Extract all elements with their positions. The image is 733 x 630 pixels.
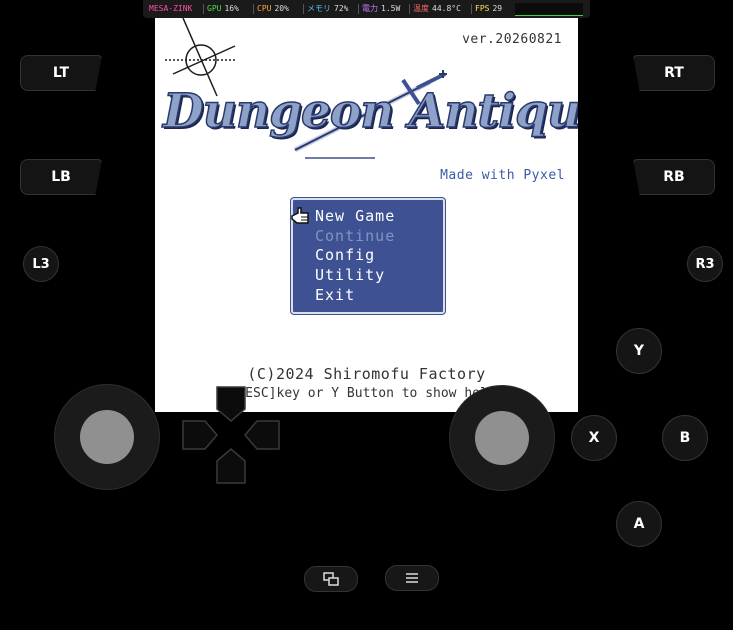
menu-continue[interactable]: Continue — [315, 227, 395, 245]
rt-button[interactable]: RT — [633, 55, 715, 91]
game-screen[interactable]: ver.20260821 Dungeon Antiqua Made with P… — [155, 18, 578, 412]
b-button[interactable]: B — [662, 415, 708, 461]
made-with-label: Made with Pyxel — [440, 168, 565, 183]
pointing-hand-icon — [291, 207, 309, 224]
hud-gpu: GPU 16% — [207, 4, 239, 13]
windows-icon — [323, 572, 339, 586]
r3-button[interactable]: R3 — [687, 246, 723, 282]
view-button[interactable] — [304, 566, 358, 592]
menu-exit[interactable]: Exit — [315, 286, 355, 304]
title-menu: New Game Continue Config Utility Exit — [291, 198, 445, 314]
dpad-icon[interactable] — [181, 385, 281, 485]
left-stick[interactable] — [54, 384, 160, 490]
menu-button[interactable] — [385, 565, 439, 591]
game-logo: Dungeon Antiqua — [162, 83, 578, 140]
rb-button[interactable]: RB — [633, 159, 715, 195]
menu-icon — [406, 573, 418, 583]
l3-button[interactable]: L3 — [23, 246, 59, 282]
menu-new-game[interactable]: New Game — [315, 207, 395, 225]
right-stick-knob[interactable] — [475, 411, 529, 465]
lb-button[interactable]: LB — [20, 159, 102, 195]
hud-temperature: 温度 44.8°C — [413, 4, 461, 13]
fps-graph — [515, 3, 583, 16]
y-button[interactable]: Y — [616, 328, 662, 374]
hud-memory: メモリ 72% — [307, 4, 349, 13]
version-label: ver.20260821 — [462, 32, 562, 47]
hud-power: 電力 1.5W — [362, 4, 401, 13]
left-stick-knob[interactable] — [80, 410, 134, 464]
x-button[interactable]: X — [571, 415, 617, 461]
hud-fps: FPS 29 — [475, 4, 503, 13]
performance-overlay: MESA-ZINK GPU 16% CPU 20% メモリ 72% 電力 1.5W 温度… — [143, 0, 590, 18]
a-button[interactable]: A — [616, 501, 662, 547]
hud-cpu: CPU 20% — [257, 4, 289, 13]
copyright-text: (C)2024 Shiromofu Factory — [247, 365, 486, 383]
right-stick[interactable] — [449, 385, 555, 491]
menu-utility[interactable]: Utility — [315, 266, 385, 284]
hud-renderer: MESA-ZINK — [149, 4, 193, 13]
lt-button[interactable]: LT — [20, 55, 102, 91]
menu-config[interactable]: Config — [315, 246, 375, 264]
